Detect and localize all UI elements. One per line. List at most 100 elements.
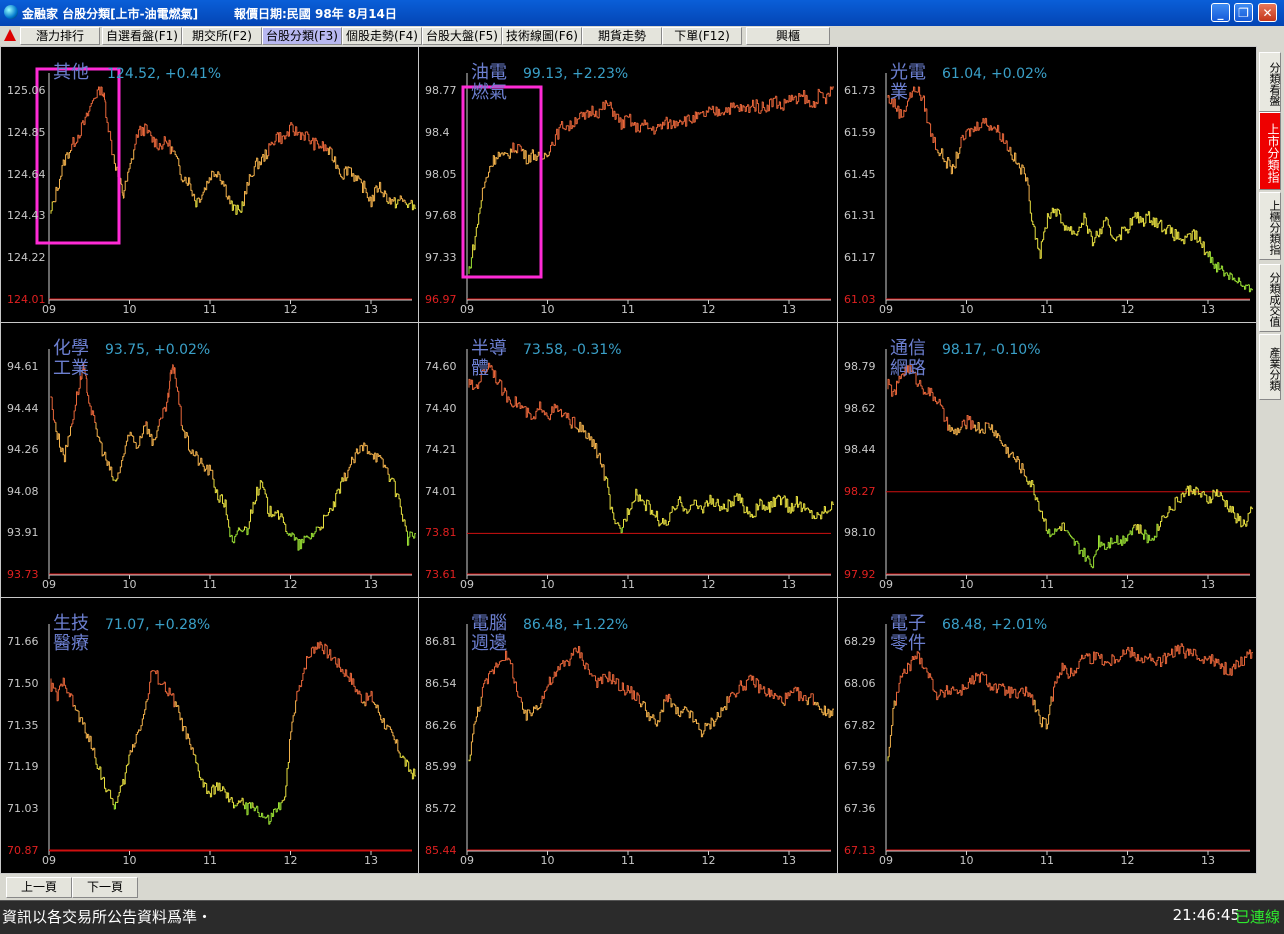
price-line-segment bbox=[258, 488, 261, 496]
price-line-segment bbox=[274, 140, 277, 145]
index-chart-panel[interactable]: 通信 網路 98.17, -0.10% 98.79 98.62 98.44 98.27 98.… bbox=[837, 322, 1257, 598]
price-line-segment bbox=[939, 152, 942, 156]
index-chart-panel[interactable]: 電腦 週邊 86.48, +1.22% 86.81 86.54 86.26 85.99 85.… bbox=[418, 597, 838, 874]
price-line-segment bbox=[1089, 653, 1092, 664]
index-chart-panel[interactable]: 光電業 61.04, +0.02% 61.73 61.59 61.45 61.31 61.1… bbox=[837, 46, 1257, 323]
price-line-segment bbox=[286, 531, 289, 534]
price-line-segment bbox=[475, 227, 478, 237]
y-axis-label: 98.44 bbox=[844, 443, 876, 457]
index-chart-panel[interactable]: 半導體 73.58, -0.31% 74.60 74.40 74.21 74.01 73.8… bbox=[418, 322, 838, 598]
red-up-arrow-icon[interactable] bbox=[4, 29, 16, 41]
price-line-segment bbox=[921, 385, 924, 390]
x-axis-label: 12 bbox=[701, 303, 716, 316]
app-globe-icon bbox=[4, 5, 18, 19]
price-line-segment bbox=[632, 501, 635, 503]
price-line-segment bbox=[926, 668, 929, 673]
price-line-segment bbox=[554, 134, 557, 146]
price-line-segment bbox=[887, 756, 890, 762]
price-line-segment bbox=[1085, 557, 1088, 562]
price-line-segment bbox=[1199, 658, 1201, 661]
price-line-segment bbox=[1140, 524, 1143, 534]
index-chart-panel[interactable]: 化學 工業 93.75, +0.02% 94.61 94.44 94.26 94.08 93.… bbox=[0, 322, 419, 598]
price-line-segment bbox=[162, 683, 165, 685]
x-axis-label: 13 bbox=[364, 303, 378, 316]
menu-button-9[interactable]: 興櫃 bbox=[746, 27, 830, 45]
menu-button-3[interactable]: 台股分類(F3) bbox=[262, 27, 342, 45]
price-line-segment bbox=[585, 430, 587, 439]
x-axis-label: 13 bbox=[782, 303, 796, 316]
restore-button[interactable]: ❐ bbox=[1234, 3, 1253, 22]
price-line-segment bbox=[393, 735, 396, 741]
price-line-segment bbox=[156, 139, 159, 149]
side-tab-3[interactable]: 分類成交值 bbox=[1259, 264, 1281, 332]
price-line-segment bbox=[245, 526, 247, 528]
x-axis-label: 09 bbox=[460, 854, 474, 867]
price-line-segment bbox=[1062, 222, 1065, 226]
price-line-segment bbox=[1132, 527, 1134, 535]
price-line-segment bbox=[1143, 661, 1145, 663]
y-axis-label: 125.06 bbox=[7, 84, 46, 97]
price-line-segment bbox=[146, 699, 149, 702]
price-line-segment bbox=[805, 508, 808, 511]
menu-button-6[interactable]: 技術線圖(F6) bbox=[502, 27, 582, 45]
side-tab-4[interactable]: 產業分類 bbox=[1259, 334, 1281, 400]
index-chart-panel[interactable]: 油電 燃氣 99.13, +2.23% 98.77 98.4 98.05 97.68 97.3… bbox=[418, 46, 838, 323]
price-line-segment bbox=[959, 429, 961, 433]
side-tab-0[interactable]: 分類看盤 bbox=[1259, 52, 1281, 112]
price-line-segment bbox=[1043, 231, 1045, 240]
price-line-segment bbox=[200, 198, 202, 203]
price-line-segment bbox=[192, 747, 195, 755]
prev-page-button[interactable]: 上一頁 bbox=[6, 877, 72, 898]
price-line-segment bbox=[1128, 533, 1131, 535]
price-line-segment bbox=[807, 508, 810, 511]
panel-value: 93.75, +0.02% bbox=[105, 342, 211, 358]
price-line-segment bbox=[637, 692, 640, 696]
index-chart-panel[interactable]: 電子 零件 68.48, +2.01% 68.29 68.06 67.82 67.59 67.… bbox=[837, 597, 1257, 874]
price-line-segment bbox=[223, 786, 225, 790]
index-chart-panel[interactable]: 其他 124.52, +0.41% 125.06 124.85 124.64 124.43… bbox=[0, 46, 419, 323]
panel-title-line: 化學 bbox=[53, 338, 89, 359]
minimize-button[interactable]: _ bbox=[1211, 3, 1230, 22]
price-line-segment bbox=[110, 131, 112, 141]
menu-button-2[interactable]: 期交所(F2) bbox=[182, 27, 262, 45]
price-line-segment bbox=[51, 201, 54, 211]
price-line-segment bbox=[551, 682, 553, 685]
menu-button-0[interactable]: 潛力排行 bbox=[20, 27, 100, 45]
price-line-segment bbox=[54, 419, 56, 423]
next-page-button[interactable]: 下一頁 bbox=[72, 877, 138, 898]
index-chart-panel[interactable]: 生技 醫療 71.07, +0.28% 71.66 71.50 71.35 71.19 71.… bbox=[0, 597, 419, 874]
price-line-segment bbox=[1009, 454, 1011, 458]
menu-button-7[interactable]: 期貨走勢(F11) bbox=[582, 27, 662, 59]
price-line-segment bbox=[101, 777, 104, 780]
price-line-segment bbox=[728, 499, 731, 502]
price-line-segment bbox=[1186, 233, 1189, 238]
close-button[interactable]: ✕ bbox=[1258, 3, 1277, 22]
price-line-segment bbox=[125, 440, 128, 446]
price-line-segment bbox=[404, 200, 407, 204]
price-line-segment bbox=[195, 755, 197, 764]
price-line-segment bbox=[820, 91, 822, 93]
price-line-segment bbox=[602, 673, 605, 684]
price-line-segment bbox=[143, 425, 145, 434]
price-line-segment bbox=[310, 647, 313, 657]
menu-button-5[interactable]: 台股大盤(F5) bbox=[422, 27, 502, 45]
price-line-segment bbox=[315, 138, 318, 142]
price-line-segment bbox=[347, 676, 350, 678]
price-line-segment bbox=[1089, 229, 1092, 232]
price-line-segment bbox=[741, 680, 743, 687]
side-tab-1[interactable]: 上市分類指 bbox=[1259, 112, 1281, 190]
menu-button-8[interactable]: 下單(F12) bbox=[662, 27, 742, 45]
price-line-segment bbox=[144, 709, 146, 715]
price-line-segment bbox=[474, 387, 477, 389]
price-line-segment bbox=[175, 154, 178, 158]
menu-button-1[interactable]: 自選看盤(F1) bbox=[102, 27, 182, 45]
price-line-segment bbox=[374, 702, 376, 705]
price-line-segment bbox=[1084, 213, 1087, 219]
price-line-segment bbox=[564, 660, 567, 667]
menu-button-4[interactable]: 個股走勢(F4) bbox=[342, 27, 422, 45]
price-line-segment bbox=[1079, 658, 1082, 662]
price-line-segment bbox=[646, 499, 648, 511]
price-line-segment bbox=[803, 695, 805, 701]
price-line-segment bbox=[201, 194, 204, 200]
side-tab-2[interactable]: 上櫃分類指 bbox=[1259, 192, 1281, 260]
